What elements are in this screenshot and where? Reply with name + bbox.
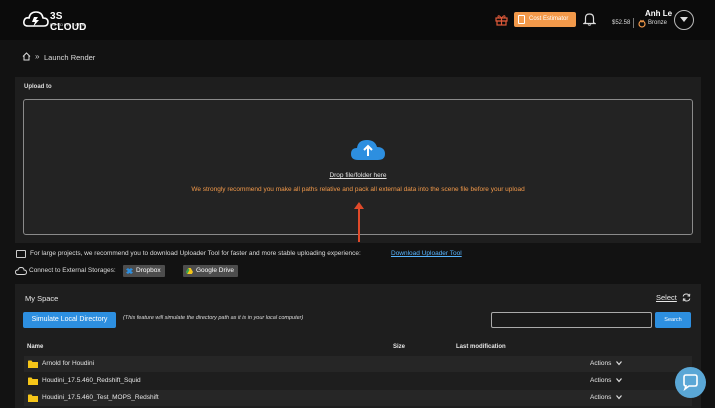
chevron-down-icon[interactable] [616, 377, 622, 383]
user-name: Anh Le [645, 9, 673, 18]
folder-icon [28, 394, 38, 402]
actions-dropdown[interactable]: Actions [590, 377, 611, 384]
chevron-down-icon[interactable] [616, 360, 622, 366]
drop-files-link[interactable]: Drop file/folder here [24, 172, 692, 179]
breadcrumb-separator: » [35, 52, 40, 61]
annotation-arrow [354, 202, 364, 242]
simulate-note: (This feature will simulate the director… [123, 315, 304, 321]
table-row[interactable]: Houdini_17.5.460_Redshift_Squid Actions [24, 373, 692, 389]
dropbox-button[interactable]: Dropbox [123, 265, 165, 277]
upload-to-label: Upload to [24, 84, 52, 90]
my-space-panel: My Space Select Simulate Local Directory… [15, 284, 701, 408]
simulate-local-directory-button[interactable]: Simulate Local Directory [23, 312, 116, 328]
refresh-icon[interactable] [682, 293, 691, 302]
dropbox-icon [126, 268, 133, 274]
cloud-link-icon [15, 267, 27, 275]
folder-icon [28, 360, 38, 368]
download-uploader-link[interactable]: Download Uploader Tool [391, 250, 462, 257]
cloud-logo-icon [23, 11, 49, 27]
external-storage-label: Connect to External Storages: [29, 267, 116, 274]
folder-name: Arnold for Houdini [42, 360, 95, 367]
column-header-size[interactable]: Size [393, 344, 405, 350]
folder-name: Houdini_17.5.460_Redshift_Squid [42, 377, 141, 384]
path-recommendation: We strongly recommend you make all paths… [191, 186, 525, 193]
chat-icon [683, 374, 698, 392]
user-menu-dropdown[interactable] [674, 10, 694, 30]
logo[interactable]: 3S CLOUD RENDER FARM [23, 9, 93, 33]
calculator-icon [518, 15, 525, 24]
my-space-title: My Space [25, 294, 59, 303]
actions-dropdown[interactable]: Actions [590, 360, 611, 367]
gift-icon[interactable] [495, 13, 508, 26]
actions-dropdown[interactable]: Actions [590, 394, 611, 401]
monitor-icon [16, 250, 26, 258]
logo-subtitle: RENDER FARM [50, 22, 86, 27]
select-link[interactable]: Select [656, 293, 677, 302]
cloud-upload-icon [351, 140, 385, 160]
top-bar: 3S CLOUD RENDER FARM Cost Estimator Anh … [0, 0, 715, 40]
google-drive-label: Google Drive [196, 267, 234, 274]
uploader-tool-text: For large projects, we recommend you to … [30, 250, 361, 257]
account-balance: $52.58 [612, 20, 631, 26]
chat-button[interactable] [675, 367, 706, 398]
bell-icon[interactable] [583, 12, 596, 26]
medal-icon [638, 19, 646, 28]
search-button[interactable]: Search [655, 312, 691, 328]
google-drive-icon [186, 268, 193, 274]
chevron-down-icon[interactable] [616, 394, 622, 400]
home-icon[interactable] [22, 52, 31, 61]
search-input[interactable] [491, 312, 652, 328]
folder-icon [28, 377, 38, 385]
column-header-name[interactable]: Name [27, 344, 43, 350]
dropbox-label: Dropbox [136, 267, 161, 274]
cost-estimator-button[interactable]: Cost Estimator [514, 12, 576, 27]
membership-tier: Bronze [648, 20, 668, 26]
google-drive-button[interactable]: Google Drive [183, 265, 238, 277]
folder-name: Houdini_17.5.460_Test_MOPS_Redshift [42, 394, 159, 401]
column-header-last-modification[interactable]: Last modification [456, 344, 506, 350]
divider [633, 18, 634, 28]
table-row[interactable]: Arnold for Houdini Actions [24, 356, 692, 372]
breadcrumb-current: Launch Render [44, 53, 96, 62]
table-row[interactable]: Houdini_17.5.460_Test_MOPS_Redshift Acti… [24, 390, 692, 406]
cost-estimator-label: Cost Estimator [529, 16, 569, 22]
